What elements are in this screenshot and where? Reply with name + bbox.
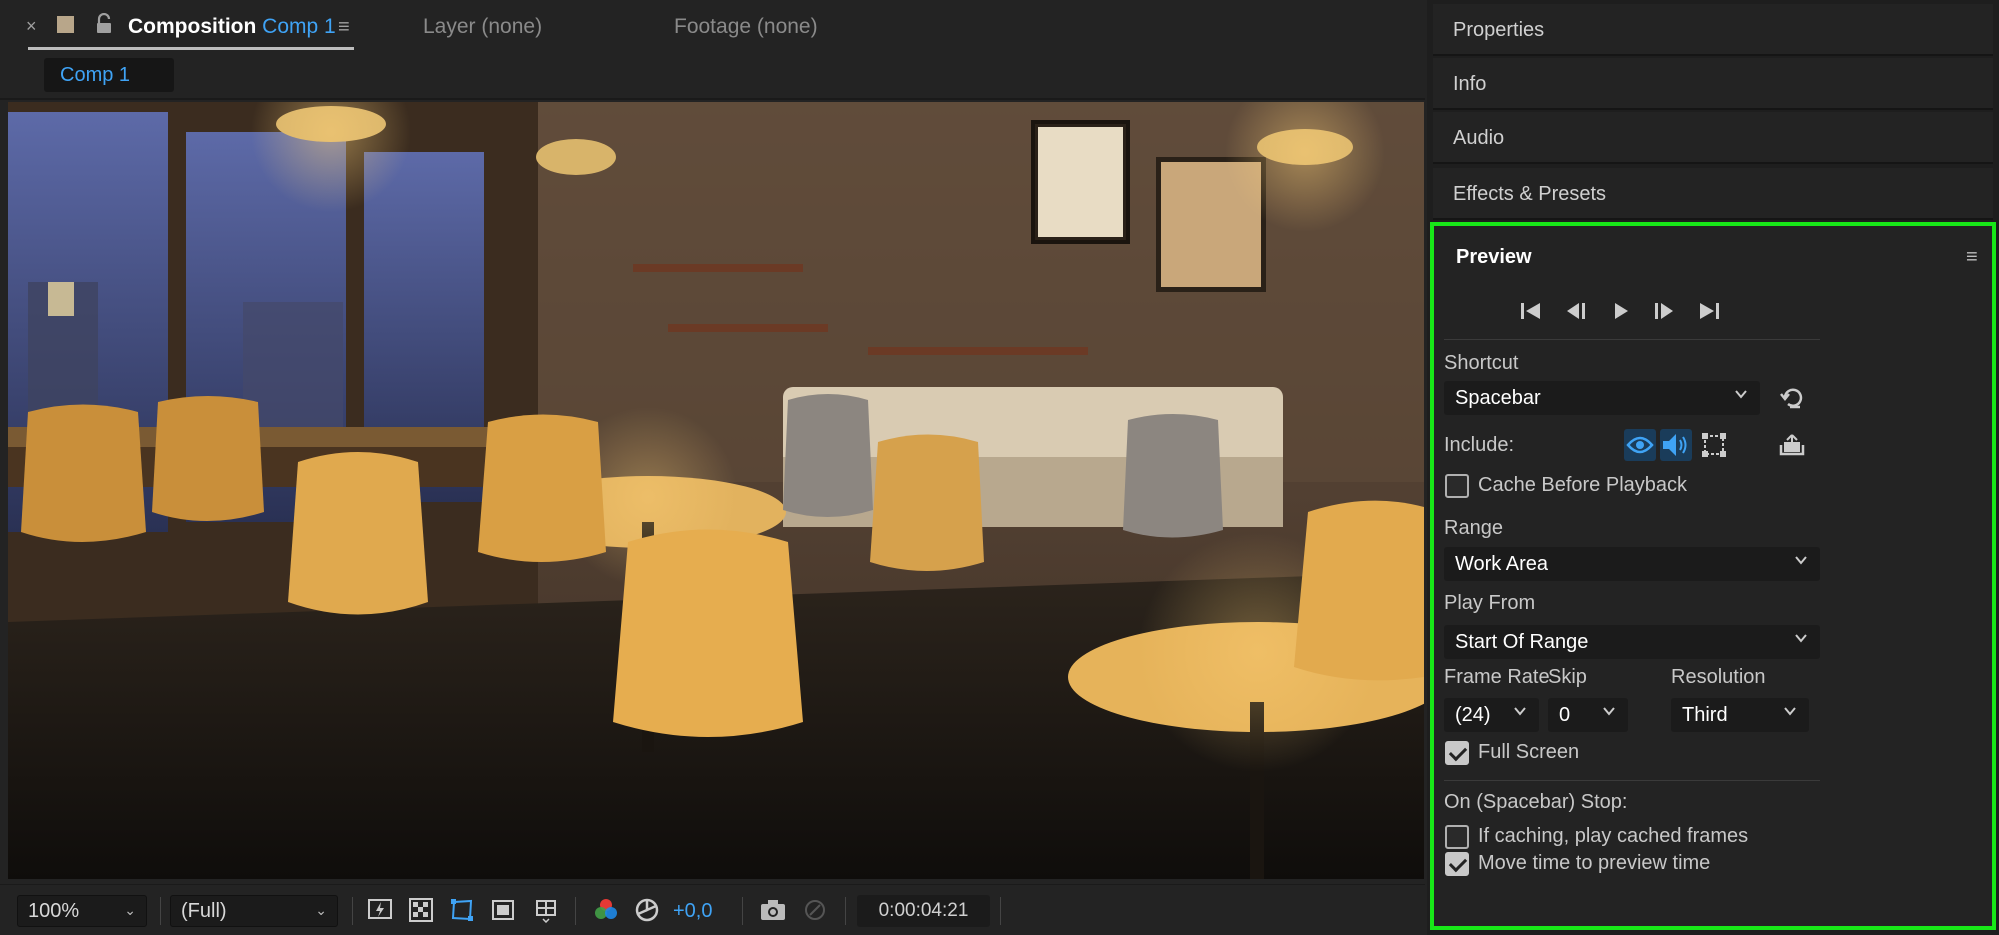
composition-viewer[interactable] <box>8 102 1424 879</box>
chevron-down-icon <box>1795 634 1807 643</box>
shortcut-dropdown[interactable]: Spacebar <box>1444 381 1760 415</box>
cache-before-playback-checkbox[interactable] <box>1445 474 1469 498</box>
reset-exposure-icon[interactable] <box>632 895 662 925</box>
mask-path-visibility-icon[interactable] <box>447 895 477 925</box>
include-audio-speaker-icon[interactable] <box>1660 429 1692 461</box>
comp-navigator-chip[interactable]: Comp 1 <box>44 58 174 92</box>
first-frame-icon[interactable] <box>1516 296 1546 326</box>
resolution-dropdown[interactable]: (Full) ⌄ <box>170 895 338 927</box>
cafe-scene-image <box>8 102 1424 879</box>
on-stop-label: On (Spacebar) Stop: <box>1444 791 1628 813</box>
include-label: Include: <box>1444 434 1515 456</box>
tab-composition[interactable]: Composition Comp 1 <box>128 15 336 39</box>
divider <box>1444 339 1820 340</box>
skip-value: 0 <box>1559 703 1571 726</box>
range-label: Range <box>1444 517 1503 539</box>
preview-resolution-value: Third <box>1682 703 1728 726</box>
skip-dropdown[interactable]: 0 <box>1548 698 1628 732</box>
include-video-eye-icon[interactable] <box>1624 429 1656 461</box>
shortcut-label: Shortcut <box>1444 352 1519 374</box>
divider <box>845 897 846 925</box>
magnification-dropdown[interactable]: 100% ⌄ <box>17 895 147 927</box>
chevron-down-icon <box>1603 707 1615 716</box>
play-icon[interactable] <box>1606 296 1636 326</box>
range-dropdown[interactable]: Work Area <box>1444 547 1820 581</box>
reset-shortcut-icon[interactable] <box>1776 382 1808 414</box>
chevron-down-icon: ⌄ <box>315 902 327 918</box>
chevron-down-icon: ⌄ <box>124 902 136 918</box>
frame-rate-dropdown[interactable]: (24) <box>1444 698 1539 732</box>
frame-rate-label: Frame Rate <box>1444 666 1550 688</box>
panel-header-properties[interactable]: Properties <box>1433 4 1993 56</box>
shortcut-value: Spacebar <box>1455 386 1541 409</box>
current-time-display[interactable]: 0:00:04:21 <box>857 895 990 927</box>
composition-tab-name: Comp 1 <box>262 15 336 38</box>
resolution-value: (Full) <box>181 899 227 922</box>
panel-header-info[interactable]: Info <box>1433 58 1993 110</box>
play-from-label: Play From <box>1444 592 1536 614</box>
composition-navigator-bar: Comp 1 <box>0 56 1425 100</box>
chevron-down-icon <box>1735 390 1747 399</box>
divider <box>575 897 576 925</box>
frame-rate-value: (24) <box>1455 703 1491 726</box>
tab-layer[interactable]: Layer (none) <box>423 15 542 39</box>
chevron-down-icon <box>1784 707 1796 716</box>
full-screen-checkbox[interactable] <box>1445 741 1469 765</box>
composition-footer-bar: 100% ⌄ (Full) ⌄ +0,0 0:00:04:21 <box>0 884 1425 935</box>
composition-tab-label: Composition <box>128 15 257 38</box>
last-frame-icon[interactable] <box>1694 296 1724 326</box>
lock-icon[interactable] <box>93 12 115 35</box>
magnification-value: 100% <box>28 899 80 922</box>
next-frame-icon[interactable] <box>1649 296 1679 326</box>
snapshot-camera-icon[interactable] <box>758 895 788 925</box>
panel-header-label: Effects & Presets <box>1453 183 1607 205</box>
transparency-grid-icon[interactable] <box>406 895 436 925</box>
panel-menu-icon[interactable]: ≡ <box>338 16 350 39</box>
fast-previews-icon[interactable] <box>365 895 395 925</box>
preview-panel-title: Preview <box>1456 246 1532 268</box>
if-caching-checkbox[interactable] <box>1445 825 1469 849</box>
close-tab-icon[interactable]: × <box>26 16 37 37</box>
full-screen-label: Full Screen <box>1478 741 1580 763</box>
move-time-checkbox[interactable] <box>1445 852 1469 876</box>
panel-header-label: Properties <box>1453 19 1545 41</box>
previous-frame-icon[interactable] <box>1561 296 1591 326</box>
output-to-icon[interactable] <box>1776 429 1808 461</box>
comp-color-swatch <box>57 16 74 33</box>
composition-panel: × Composition Comp 1 ≡ Layer (none) Foot… <box>0 0 1425 935</box>
divider <box>1444 780 1820 781</box>
divider <box>1000 897 1001 925</box>
panel-header-label: Info <box>1453 73 1487 95</box>
play-from-value: Start Of Range <box>1455 630 1589 653</box>
cache-before-playback-label: Cache Before Playback <box>1478 474 1688 496</box>
preview-resolution-dropdown[interactable]: Third <box>1671 698 1809 732</box>
preview-panel: Preview ≡ Shortcut Spacebar Include: Cac… <box>1430 222 1996 930</box>
divider <box>742 897 743 925</box>
tab-footage[interactable]: Footage (none) <box>674 15 818 39</box>
exposure-value[interactable]: +0,0 <box>673 900 712 923</box>
panel-header-audio[interactable]: Audio <box>1433 112 1993 164</box>
channel-rgb-icon[interactable] <box>591 895 621 925</box>
composition-tab-bar: × Composition Comp 1 ≡ Layer (none) Foot… <box>0 0 1425 52</box>
divider <box>160 897 161 925</box>
chevron-down-icon <box>1795 556 1807 565</box>
divider <box>352 897 353 925</box>
active-tab-underline <box>28 47 354 50</box>
play-from-dropdown[interactable]: Start Of Range <box>1444 625 1820 659</box>
resolution-label: Resolution <box>1671 666 1766 688</box>
if-caching-label: If caching, play cached frames <box>1478 825 1749 847</box>
skip-label: Skip <box>1548 666 1587 688</box>
grid-and-guides-icon[interactable] <box>531 895 561 925</box>
region-of-interest-icon[interactable] <box>488 895 518 925</box>
move-time-label: Move time to preview time <box>1478 852 1711 874</box>
show-snapshot-icon[interactable] <box>800 895 830 925</box>
panel-header-label: Audio <box>1453 127 1505 149</box>
range-value: Work Area <box>1455 552 1548 575</box>
chevron-down-icon <box>1514 707 1526 716</box>
panel-menu-icon[interactable]: ≡ <box>1966 246 1978 269</box>
include-overlays-icon[interactable] <box>1698 429 1730 461</box>
panel-header-effects-presets[interactable]: Effects & Presets <box>1433 168 1993 220</box>
